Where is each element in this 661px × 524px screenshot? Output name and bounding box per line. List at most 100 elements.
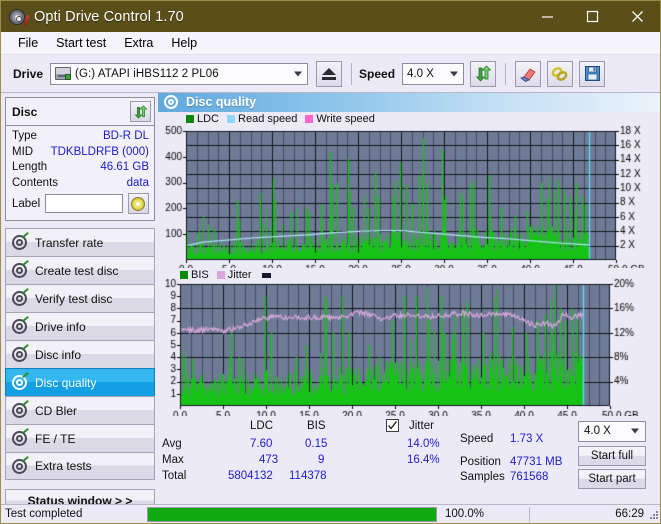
disc-label-input[interactable] [45, 194, 124, 213]
sidebar-item-verify-test-disc[interactable]: Verify test disc [5, 284, 155, 312]
disc-info-rows: Type BD-R DL MID TDKBLDRFB (000) Length … [6, 126, 154, 220]
sidebar-item-cd-bler[interactable]: CD Bler [5, 396, 155, 424]
legend-entry-bis: BIS [180, 269, 209, 281]
stats-col-ldc: LDC [250, 419, 274, 432]
disc-row-mid: MID TDKBLDRFB (000) [12, 145, 149, 161]
disc-label-row: Label [12, 193, 149, 216]
speed-select[interactable]: 4.0 X [402, 62, 465, 85]
drive-label: Drive [13, 66, 44, 81]
close-icon[interactable] [615, 1, 660, 32]
stats-position-key: Position [460, 455, 501, 468]
check-icon [388, 421, 398, 430]
sidebar-item-label: CD Bler [35, 403, 78, 418]
title-bar: Opti Drive Control 1.70 [1, 1, 660, 32]
target-icon [12, 315, 29, 334]
target-icon [12, 259, 29, 278]
toolbar: Drive (G:) ATAPI iHBS112 2 PL06 Speed 4.… [1, 55, 660, 93]
sidebar-item-fe-te[interactable]: FE / TE [5, 424, 155, 452]
chevron-down-icon [631, 428, 639, 434]
sidebar: Disc Type BD-R DL MID TDKBLDRFB (000) Le… [1, 93, 158, 513]
menu-start-test[interactable]: Start test [47, 34, 115, 53]
toolbar-divider [351, 62, 353, 85]
test-speed-select[interactable]: 4.0 X [578, 420, 646, 442]
page-title: Disc quality [186, 95, 257, 110]
menu-extra[interactable]: Extra [115, 34, 162, 53]
bis-chart: BIS Jitter [158, 268, 660, 427]
elapsed-time: 66:29 [615, 508, 644, 520]
target-icon [12, 343, 29, 362]
stats-row-max-jitter: 16.4% [407, 453, 440, 466]
disc-row-contents-key: Contents [12, 176, 59, 189]
legend-swatch-write-speed [305, 114, 314, 123]
speed-label: Speed [359, 66, 396, 81]
drive-icon [55, 67, 72, 80]
sidebar-item-label: Transfer rate [35, 235, 104, 250]
sidebar-item-label: Disc info [35, 347, 82, 362]
sidebar-item-extra-tests[interactable]: Extra tests [5, 452, 155, 480]
legend-marker-extra [261, 272, 271, 278]
toolbar-divider-2 [505, 62, 507, 85]
window-title: Opti Drive Control 1.70 [34, 8, 184, 25]
sidebar-item-create-test-disc[interactable]: Create test disc [5, 256, 155, 284]
stats-col-bis: BIS [307, 419, 326, 432]
content-panel: Disc quality LDC Read speed Write speed [158, 93, 660, 489]
stats-speed-value: 1.73 X [510, 432, 544, 445]
legend-label-read-speed: Read speed [238, 112, 298, 125]
eraser-icon [520, 67, 536, 82]
legend-label-jitter: Jitter [227, 269, 252, 282]
sidebar-item-disc-info[interactable]: Disc info [5, 340, 155, 368]
drive-select[interactable]: (G:) ATAPI iHBS112 2 PL06 [50, 62, 309, 85]
menu-help[interactable]: Help [162, 34, 206, 53]
start-full-button[interactable]: Start full [578, 445, 646, 466]
disc-info-header: Disc [6, 98, 154, 126]
ldc-chart-legend: LDC Read speed Write speed [186, 113, 383, 125]
sidebar-item-drive-info[interactable]: Drive info [5, 312, 155, 340]
ldc-chart-canvas [158, 111, 654, 280]
menu-file[interactable]: File [9, 34, 47, 53]
stats-row-max-ldc: 473 [259, 453, 279, 466]
sidebar-item-disc-quality[interactable]: Disc quality [5, 368, 155, 396]
progress-percent: 100.0% [445, 508, 485, 520]
link-button[interactable] [547, 60, 574, 87]
disc-row-mid-key: MID [12, 145, 34, 158]
disc-row-type-value: BD-R DL [102, 130, 149, 142]
stats-row-max-bis: 9 [318, 453, 325, 466]
disc-label-key: Label [12, 197, 41, 210]
stats-position-value: 47731 MB [510, 455, 563, 468]
jitter-label: Jitter [409, 419, 434, 432]
main-body: Disc Type BD-R DL MID TDKBLDRFB (000) Le… [1, 93, 660, 513]
drive-select-value: (G:) ATAPI iHBS112 2 PL06 [75, 67, 219, 80]
sidebar-item-label: Disc quality [35, 375, 97, 390]
sidebar-item-transfer-rate[interactable]: Transfer rate [5, 228, 155, 256]
minimize-icon[interactable] [525, 1, 570, 32]
target-icon [12, 231, 29, 250]
stats-samples-key: Samples [460, 470, 505, 483]
save-button[interactable] [579, 60, 606, 87]
sidebar-item-label: Verify test disc [35, 291, 113, 306]
erase-button[interactable] [515, 60, 542, 87]
legend-entry-read-speed: Read speed [227, 113, 297, 125]
disc-label-button[interactable] [127, 193, 149, 214]
disc-row-type: Type BD-R DL [12, 129, 149, 145]
cd-disc-icon [131, 196, 146, 211]
sidebar-item-label: Drive info [35, 319, 86, 334]
legend-swatch-bis [180, 271, 188, 280]
refresh-button[interactable] [470, 60, 497, 87]
legend-entry-jitter: Jitter [216, 269, 252, 282]
maximize-icon[interactable] [570, 1, 615, 32]
legend-entry-write-speed: Write speed [305, 113, 375, 125]
sidebar-nav: Transfer rate Create test disc Verify te… [5, 228, 155, 480]
disc-refresh-button[interactable] [130, 101, 151, 122]
resize-grip-icon[interactable] [648, 509, 659, 520]
status-text: Test completed [5, 508, 83, 520]
status-bar: Test completed 100.0% 66:29 [1, 504, 660, 523]
disc-row-length-key: Length [12, 161, 48, 173]
eject-button[interactable] [316, 60, 343, 87]
jitter-checkbox[interactable] [386, 418, 399, 432]
target-icon [12, 455, 29, 474]
disc-quality-icon [164, 95, 178, 110]
start-part-button[interactable]: Start part [578, 468, 646, 489]
panel-header: Disc quality [158, 93, 660, 112]
disc-info-box: Disc Type BD-R DL MID TDKBLDRFB (000) Le… [5, 97, 155, 221]
bis-chart-canvas [158, 268, 654, 427]
